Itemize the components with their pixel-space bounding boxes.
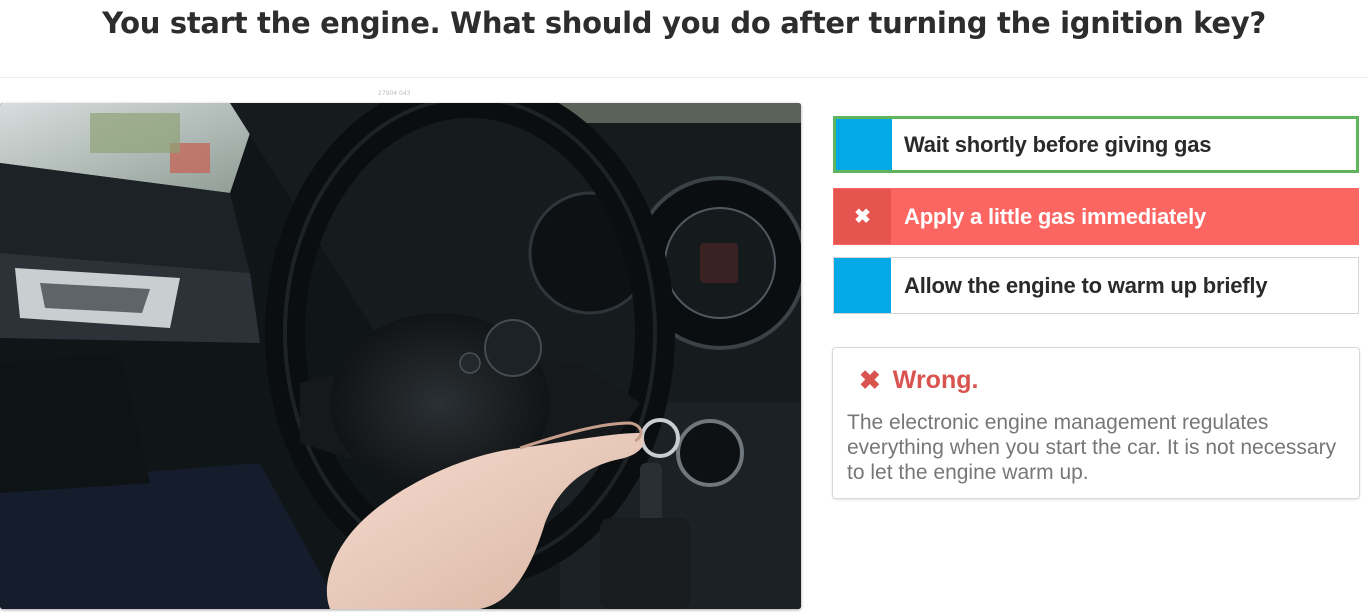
x-icon: ✖ (854, 206, 871, 228)
image-id-label: 27904 043 (378, 90, 411, 97)
answer-option-1[interactable]: Wait shortly before giving gas (833, 116, 1359, 173)
question-title: You start the engine. What should you do… (102, 6, 1266, 40)
answer-marker (834, 258, 891, 313)
feedback-title-text: Wrong. (892, 366, 979, 394)
feedback-title: ✖ Wrong. (859, 365, 978, 396)
answer-label: Allow the engine to warm up briefly (904, 272, 1268, 298)
answer-marker (836, 119, 892, 170)
header-divider (0, 77, 1368, 78)
feedback-explanation: The electronic engine management regulat… (847, 411, 1337, 484)
answer-option-3[interactable]: Allow the engine to warm up briefly (833, 257, 1359, 314)
question-image (0, 103, 801, 609)
feedback-panel: ✖ Wrong. The electronic engine managemen… (832, 347, 1360, 499)
x-icon: ✖ (859, 365, 881, 395)
answer-label: Wait shortly before giving gas (904, 131, 1212, 157)
answer-marker: ✖ (834, 189, 891, 244)
answer-label: Apply a little gas immediately (904, 203, 1207, 229)
answer-option-2[interactable]: ✖ Apply a little gas immediately (833, 188, 1359, 245)
